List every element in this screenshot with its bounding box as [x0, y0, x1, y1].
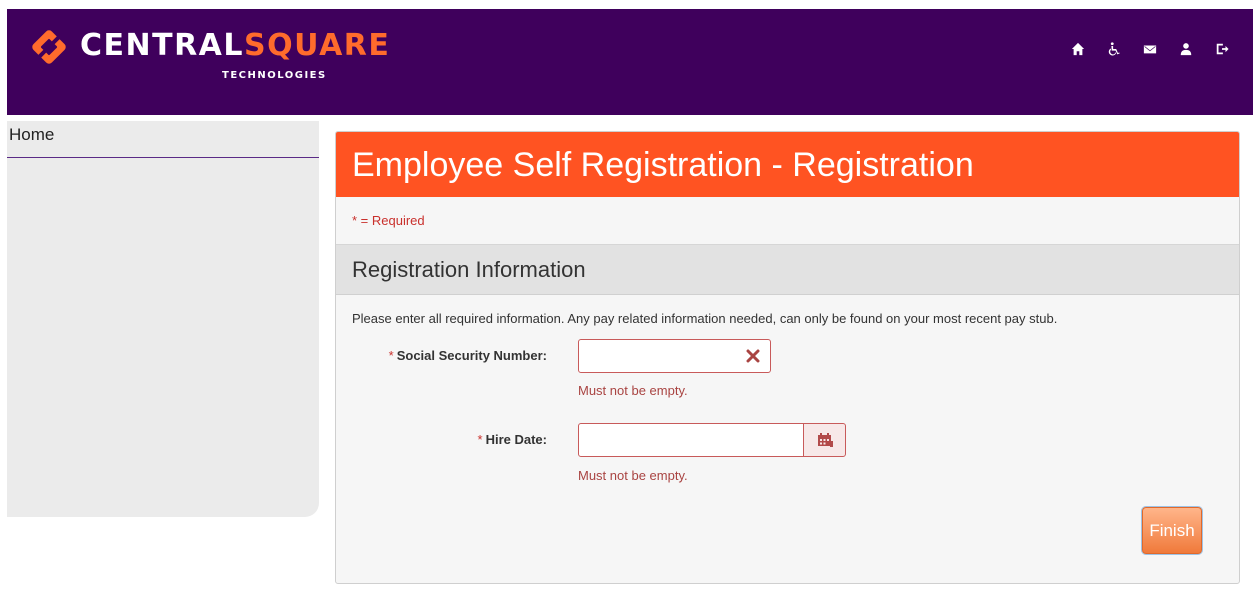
required-star: *	[388, 348, 394, 363]
ssn-label: * Social Security Number:	[389, 348, 547, 363]
home-icon[interactable]	[1065, 40, 1091, 58]
hire-date-field-wrapper	[578, 423, 804, 457]
clear-icon[interactable]	[746, 349, 760, 363]
logo-diamond-icon	[32, 30, 66, 64]
ssn-input[interactable]	[579, 340, 770, 372]
accessibility-icon[interactable]	[1101, 40, 1127, 58]
finish-button[interactable]: Finish	[1142, 507, 1202, 554]
logo-wordmark: CENTRALSQUARE	[80, 28, 391, 63]
page-title: Employee Self Registration - Registratio…	[336, 132, 1239, 197]
instructions-text: Please enter all required information. A…	[352, 311, 1058, 326]
calendar-icon	[817, 433, 833, 447]
hire-date-error-message: Must not be empty.	[578, 468, 688, 483]
section-title: Registration Information	[336, 245, 1239, 295]
logout-icon[interactable]	[1209, 40, 1235, 58]
ssn-error-message: Must not be empty.	[578, 383, 688, 398]
ssn-field-wrapper	[578, 339, 771, 373]
hire-date-label: * Hire Date:	[478, 432, 547, 447]
top-header: CENTRALSQUARE TECHNOLOGIES	[7, 9, 1253, 115]
registration-panel: Employee Self Registration - Registratio…	[335, 131, 1240, 584]
calendar-button[interactable]	[803, 423, 846, 457]
required-note: * = Required	[336, 197, 1239, 245]
sidebar-item-home[interactable]: Home	[7, 121, 319, 158]
logo-subtitle: TECHNOLOGIES	[222, 70, 327, 81]
required-star: *	[477, 432, 483, 447]
mail-icon[interactable]	[1137, 40, 1163, 58]
header-icon-bar	[1055, 40, 1235, 58]
sidebar: Home	[7, 121, 319, 517]
ssn-label-text: Social Security Number:	[396, 348, 547, 363]
user-icon[interactable]	[1173, 40, 1199, 58]
hire-date-input[interactable]	[579, 424, 803, 456]
hire-date-label-text: Hire Date:	[485, 432, 547, 447]
